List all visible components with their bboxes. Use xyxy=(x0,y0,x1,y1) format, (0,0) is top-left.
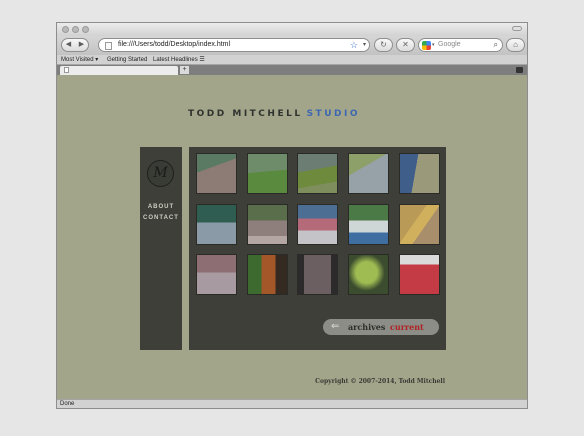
archive-pager: ⇐ archives current xyxy=(323,319,439,335)
gallery-thumbnail[interactable] xyxy=(196,204,237,245)
toolbar-toggle-button[interactable] xyxy=(512,26,522,31)
tab-page-icon xyxy=(64,67,69,73)
google-logo-icon[interactable] xyxy=(422,41,431,50)
gallery-thumbnail[interactable] xyxy=(348,254,389,295)
search-box[interactable]: ▾ Google ⌕ xyxy=(418,38,503,52)
arrow-left-icon[interactable]: ⇐ xyxy=(331,319,339,335)
minimize-window-button[interactable] xyxy=(72,26,79,33)
search-placeholder[interactable]: Google xyxy=(438,39,461,51)
copyright-text: Copyright © 2007-2014, Todd Mitchell xyxy=(315,378,445,385)
gallery-thumbnail[interactable] xyxy=(399,153,440,194)
gallery-thumbnail[interactable] xyxy=(196,153,237,194)
forward-button[interactable]: ▶ xyxy=(75,39,88,51)
gallery-thumbnail[interactable] xyxy=(399,254,440,295)
page-icon xyxy=(105,42,112,50)
status-text: Done xyxy=(60,401,75,407)
tab-active[interactable] xyxy=(60,66,178,75)
sidebar-nav: M ABOUT CONTACT xyxy=(140,147,182,350)
title-bar xyxy=(57,23,527,36)
gallery-thumbnail[interactable] xyxy=(247,153,288,194)
url-dropdown-icon[interactable]: ▾ xyxy=(363,39,366,51)
studio-logo[interactable]: M xyxy=(147,160,174,187)
gallery-thumbnail[interactable] xyxy=(297,204,338,245)
browser-window: ◀ ▶ file:///Users/todd/Desktop/index.htm… xyxy=(56,22,528,409)
close-window-button[interactable] xyxy=(62,26,69,33)
gallery-thumbnail[interactable] xyxy=(247,254,288,295)
gallery-thumbnail[interactable] xyxy=(196,254,237,295)
nav-link-about[interactable]: ABOUT xyxy=(140,204,182,210)
tab-strip: + xyxy=(57,65,527,75)
bookmark-getting-started[interactable]: Getting Started xyxy=(107,55,147,65)
gallery-thumbnail[interactable] xyxy=(297,153,338,194)
bookmark-latest-headlines[interactable]: Latest Headlines ☰ xyxy=(153,55,205,65)
gallery-thumbnail[interactable] xyxy=(297,254,338,295)
reload-button[interactable]: ↻ xyxy=(374,38,393,52)
page-content: TODD MITCHELL STUDIO M ABOUT CONTACT ⇐ a… xyxy=(57,75,527,401)
url-bar[interactable]: file:///Users/todd/Desktop/index.html ☆ … xyxy=(98,38,370,52)
gallery-thumbnail[interactable] xyxy=(348,153,389,194)
site-title-studio: STUDIO xyxy=(306,109,360,119)
bookmark-most-visited[interactable]: Most Visited ▾ xyxy=(61,55,98,65)
navigation-toolbar: ◀ ▶ file:///Users/todd/Desktop/index.htm… xyxy=(57,36,527,55)
pager-current-link[interactable]: current xyxy=(390,319,424,335)
gallery-thumbnail[interactable] xyxy=(399,204,440,245)
stop-button[interactable]: ✕ xyxy=(396,38,415,52)
back-button[interactable]: ◀ xyxy=(62,39,75,51)
gallery-thumbnail[interactable] xyxy=(247,204,288,245)
nav-link-contact[interactable]: CONTACT xyxy=(140,215,182,221)
site-title: TODD MITCHELL STUDIO xyxy=(188,109,360,119)
photo-gallery: ⇐ archives current xyxy=(189,147,446,350)
back-forward-group: ◀ ▶ xyxy=(61,38,89,52)
bookmarks-bar: Most Visited ▾ Getting Started Latest He… xyxy=(57,55,527,65)
search-icon[interactable]: ⌕ xyxy=(494,39,498,51)
status-bar: Done xyxy=(57,399,527,408)
url-text[interactable]: file:///Users/todd/Desktop/index.html xyxy=(118,39,230,51)
pager-archives-link[interactable]: archives xyxy=(348,319,385,335)
new-tab-button[interactable]: + xyxy=(180,66,189,74)
zoom-window-button[interactable] xyxy=(82,26,89,33)
bookmark-star-icon[interactable]: ☆ xyxy=(350,39,358,51)
home-button[interactable]: ⌂ xyxy=(506,38,525,52)
gallery-thumbnail[interactable] xyxy=(348,204,389,245)
search-engine-dropdown-icon[interactable]: ▾ xyxy=(432,39,435,51)
site-title-name: TODD MITCHELL xyxy=(188,109,303,119)
tab-list-icon[interactable] xyxy=(516,67,523,73)
